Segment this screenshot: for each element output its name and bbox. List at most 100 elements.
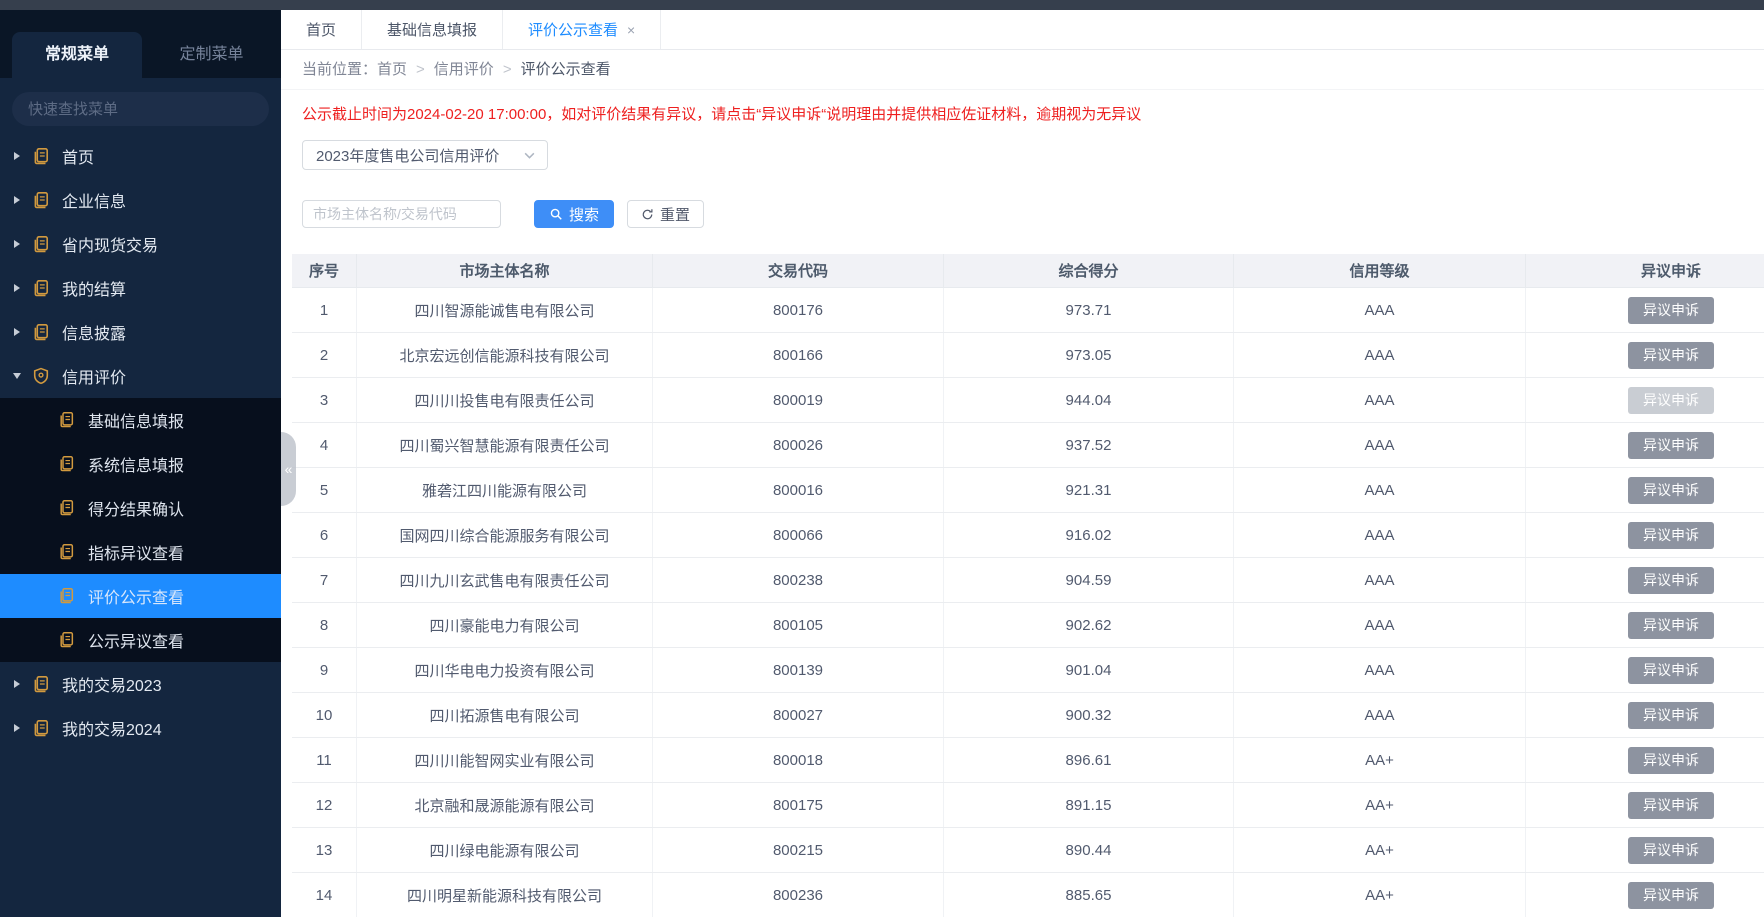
appeal-button[interactable]: 异议申诉 [1628, 837, 1714, 864]
expand-arrow-icon [14, 680, 20, 688]
cell-score: 973.05 [944, 333, 1234, 377]
sidebar-subitem[interactable]: 评价公示查看 [0, 574, 281, 618]
sidebar-item-provincial-spot-trading[interactable]: 省内现货交易 [0, 222, 281, 266]
sidebar-collapse-handle[interactable]: « [281, 432, 296, 506]
search-button[interactable]: 搜索 [534, 200, 614, 228]
table-row: 12 北京融和晟源能源有限公司 800175 891.15 AA+ 异议申诉 [292, 783, 1764, 828]
cell-trade-code: 800176 [653, 288, 944, 332]
cell-score: 937.52 [944, 423, 1234, 467]
cell-trade-code: 800139 [653, 648, 944, 692]
appeal-button[interactable]: 异议申诉 [1628, 612, 1714, 639]
cell-index: 2 [292, 333, 357, 377]
sidebar-item-my-settlement[interactable]: 我的结算 [0, 266, 281, 310]
breadcrumb: 当前位置：首页>信用评价>评价公示查看 [281, 50, 1764, 90]
sidebar-subitem[interactable]: 公示异议查看 [0, 618, 281, 662]
app-window: 常规菜单 定制菜单 首页 企业信息 省内现货交易 [0, 0, 1764, 917]
cell-index: 1 [292, 288, 357, 332]
cell-appeal: 异议申诉 [1526, 738, 1764, 782]
menu-search-input[interactable] [12, 92, 269, 126]
sidebar-subitem[interactable]: 得分结果确认 [0, 486, 281, 530]
sidebar-search [0, 78, 281, 134]
appeal-button[interactable]: 异议申诉 [1628, 297, 1714, 324]
document-icon [58, 411, 76, 429]
cell-index: 8 [292, 603, 357, 647]
cell-entity-name: 四川明星新能源科技有限公司 [357, 873, 653, 917]
cell-appeal: 异议申诉 [1526, 333, 1764, 377]
cell-entity-name: 四川华电电力投资有限公司 [357, 648, 653, 692]
cell-rating: AAA [1234, 693, 1526, 737]
shield-icon [32, 367, 50, 385]
expand-arrow-icon [14, 196, 20, 204]
appeal-button[interactable]: 异议申诉 [1628, 567, 1714, 594]
close-icon[interactable]: × [627, 23, 635, 37]
cell-appeal: 异议申诉 [1526, 648, 1764, 692]
table-row: 6 国网四川综合能源服务有限公司 800066 916.02 AAA 异议申诉 [292, 513, 1764, 558]
chevron-down-icon [523, 149, 536, 162]
breadcrumb-item[interactable]: 首页 [377, 61, 407, 78]
sidebar-item-label: 我的交易2023 [62, 672, 162, 696]
cell-index: 10 [292, 693, 357, 737]
appeal-button[interactable]: 异议申诉 [1628, 522, 1714, 549]
cell-index: 9 [292, 648, 357, 692]
evaluation-period-select[interactable]: 2023年度售电公司信用评价 [302, 140, 548, 170]
sidebar-tab-regular-menu[interactable]: 常规菜单 [12, 32, 142, 78]
cell-trade-code: 800236 [653, 873, 944, 917]
appeal-button[interactable]: 异议申诉 [1628, 342, 1714, 369]
table-header-cell: 市场主体名称 [357, 254, 653, 287]
page-tab-label: 基础信息填报 [387, 19, 477, 40]
table-row: 4 四川蜀兴智慧能源有限责任公司 800026 937.52 AAA 异议申诉 [292, 423, 1764, 468]
breadcrumb-item[interactable]: 信用评价 [434, 61, 494, 78]
page-tab[interactable]: 评价公示查看 × [503, 10, 661, 49]
sidebar-item-info-disclosure[interactable]: 信息披露 [0, 310, 281, 354]
sidebar-tabbar: 常规菜单 定制菜单 [0, 10, 281, 78]
cell-entity-name: 四川川投售电有限责任公司 [357, 378, 653, 422]
appeal-button[interactable]: 异议申诉 [1628, 702, 1714, 729]
document-icon [58, 499, 76, 517]
cell-entity-name: 四川川能智网实业有限公司 [357, 738, 653, 782]
sidebar-item-home[interactable]: 首页 [0, 134, 281, 178]
refresh-icon [641, 208, 654, 221]
sidebar-item-company-info[interactable]: 企业信息 [0, 178, 281, 222]
cell-trade-code: 800175 [653, 783, 944, 827]
cell-entity-name: 北京融和晟源能源有限公司 [357, 783, 653, 827]
document-edit-icon [32, 191, 50, 209]
appeal-button[interactable]: 异议申诉 [1628, 747, 1714, 774]
reset-button[interactable]: 重置 [627, 200, 704, 228]
cell-index: 6 [292, 513, 357, 557]
cell-trade-code: 800027 [653, 693, 944, 737]
cell-entity-name: 国网四川综合能源服务有限公司 [357, 513, 653, 557]
document-icon [32, 147, 50, 165]
sidebar-tab-custom-menu[interactable]: 定制菜单 [142, 32, 281, 78]
document-icon [32, 719, 50, 737]
cell-rating: AAA [1234, 288, 1526, 332]
appeal-button[interactable]: 异议申诉 [1628, 792, 1714, 819]
cell-score: 900.32 [944, 693, 1234, 737]
table-header-cell: 交易代码 [653, 254, 944, 287]
appeal-button[interactable]: 异议申诉 [1628, 882, 1714, 909]
table-header-cell: 序号 [292, 254, 357, 287]
page-tab[interactable]: 基础信息填报 [362, 10, 503, 49]
appeal-button[interactable]: 异议申诉 [1628, 387, 1714, 414]
cell-trade-code: 800019 [653, 378, 944, 422]
sidebar-item-label: 首页 [62, 144, 94, 168]
cell-index: 13 [292, 828, 357, 872]
page-tab[interactable]: 首页 [281, 10, 362, 49]
sidebar-subitem[interactable]: 基础信息填报 [0, 398, 281, 442]
breadcrumb-separator: > [407, 61, 434, 78]
sidebar-subitem[interactable]: 系统信息填报 [0, 442, 281, 486]
sidebar-item-my-trades-2023[interactable]: 我的交易2023 [0, 662, 281, 706]
table-row: 13 四川绿电能源有限公司 800215 890.44 AA+ 异议申诉 [292, 828, 1764, 873]
cell-score: 973.71 [944, 288, 1234, 332]
cell-score: 904.59 [944, 558, 1234, 602]
appeal-button[interactable]: 异议申诉 [1628, 657, 1714, 684]
main-content: 首页 基础信息填报 评价公示查看 × 当前位置：首页>信用评价>评价公示查看 公… [281, 10, 1764, 917]
appeal-button[interactable]: 异议申诉 [1628, 477, 1714, 504]
breadcrumb-prefix: 当前位置： [302, 61, 377, 78]
sidebar-item-my-trades-2024[interactable]: 我的交易2024 [0, 706, 281, 750]
market-entity-search-input[interactable] [302, 200, 501, 228]
sidebar-subitem[interactable]: 指标异议查看 [0, 530, 281, 574]
appeal-button[interactable]: 异议申诉 [1628, 432, 1714, 459]
cell-index: 3 [292, 378, 357, 422]
cell-index: 5 [292, 468, 357, 512]
sidebar-item-credit-evaluation[interactable]: 信用评价 [0, 354, 281, 398]
